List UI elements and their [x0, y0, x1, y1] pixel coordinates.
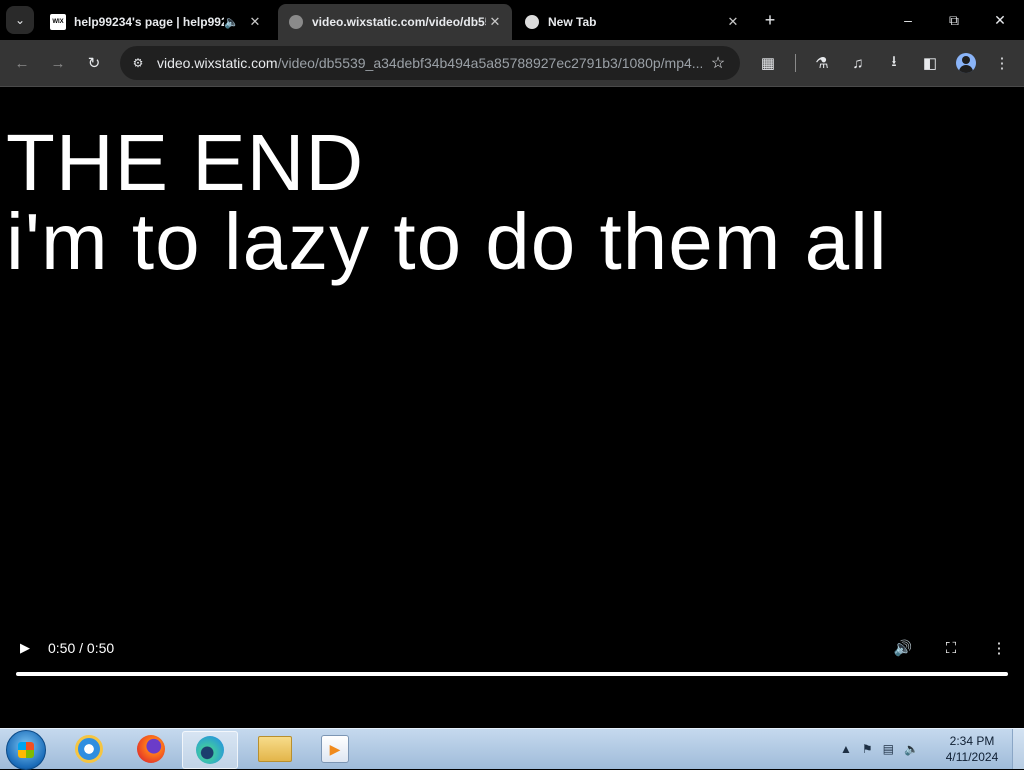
url-host: video.wixstatic.com	[157, 55, 278, 71]
address-bar[interactable]: ⚙ video.wixstatic.com/video/db5539_a34de…	[120, 46, 740, 80]
flask-icon: ⚗	[815, 55, 829, 72]
reload-button[interactable]: ↻	[80, 49, 108, 77]
volume-icon: 🔊	[893, 640, 913, 657]
video-controls: ▶ 0:50 / 0:50 🔊 ⛶ ⋮	[0, 627, 1024, 687]
url-path: /video/db5539_a34debf34b494a5a85788927ec…	[277, 55, 702, 71]
network-icon[interactable]: ▤	[883, 742, 894, 756]
taskbar-browser-active[interactable]	[182, 731, 238, 769]
video-caption-line-2: i'm to lazy to do them all	[6, 197, 888, 286]
download-icon: ⭳	[891, 52, 897, 70]
minimize-icon: –	[904, 12, 912, 28]
minimize-button[interactable]: –	[886, 6, 930, 34]
restore-button[interactable]: ⧉	[932, 6, 976, 34]
video-player[interactable]: THE END i'm to lazy to do them all ▶ 0:5…	[0, 87, 1024, 728]
tab-title: help99234's page | help99234	[74, 15, 224, 29]
forward-button[interactable]: →	[44, 49, 72, 77]
action-center-flag-icon[interactable]: ⚑	[862, 742, 873, 756]
plus-icon: +	[764, 9, 776, 30]
fullscreen-button[interactable]: ⛶	[940, 637, 962, 659]
media-player-icon: ▶	[321, 735, 349, 763]
time-display: 0:50 / 0:50	[48, 640, 115, 656]
side-panel-button[interactable]: ◧	[916, 49, 944, 77]
puzzle-icon: ▦	[760, 55, 776, 72]
arrow-left-icon: ←	[14, 54, 30, 72]
new-tab-button[interactable]: +	[758, 8, 782, 32]
playlist-icon: ♫	[852, 54, 864, 72]
volume-icon[interactable]: 🔈	[904, 742, 919, 756]
bookmark-star-icon[interactable]: ☆	[706, 51, 730, 75]
speaker-icon[interactable]: 🔈	[224, 15, 240, 29]
profile-button[interactable]	[952, 49, 980, 77]
taskbar-clock[interactable]: 2:34 PM 4/11/2024	[930, 733, 1014, 765]
labs-button[interactable]: ⚗	[808, 49, 836, 77]
internet-explorer-icon	[75, 735, 103, 763]
side-panel-icon: ◧	[922, 55, 938, 72]
folder-icon	[258, 736, 292, 762]
downloads-button[interactable]: ⭳	[880, 49, 908, 77]
tab-title: New Tab	[548, 15, 597, 29]
media-control-button[interactable]: ♫	[844, 49, 872, 77]
tab-search-button[interactable]: ⌄	[6, 6, 34, 34]
url-text[interactable]: video.wixstatic.com/video/db5539_a34debf…	[157, 55, 702, 71]
clock-date: 4/11/2024	[945, 750, 999, 764]
clock-time: 2:34 PM	[949, 734, 995, 748]
tab-strip: ⌄ WIX help99234's page | help99234 🔈 ✕ v…	[0, 0, 1024, 40]
back-button[interactable]: ←	[8, 49, 36, 77]
start-button[interactable]	[6, 730, 46, 770]
taskbar: ▶ ▲ ⚑ ▤ 🔈 2:34 PM 4/11/2024	[0, 728, 1024, 770]
show-hidden-icons[interactable]: ▲	[840, 742, 852, 756]
avatar-icon	[956, 53, 976, 73]
globe-icon	[288, 14, 304, 30]
tab-video[interactable]: video.wixstatic.com/video/db5539 ✕	[278, 4, 512, 40]
site-info-icon[interactable]: ⚙	[128, 53, 148, 73]
show-desktop-button[interactable]	[1012, 729, 1024, 769]
seek-bar[interactable]	[16, 672, 1008, 676]
play-icon: ▶	[20, 640, 30, 655]
close-tab-button[interactable]: ✕	[246, 13, 264, 31]
system-tray: ▲ ⚑ ▤ 🔈	[840, 729, 929, 769]
close-window-button[interactable]: ✕	[978, 6, 1022, 34]
video-caption-line-1: THE END	[6, 118, 365, 207]
fullscreen-icon: ⛶	[945, 639, 957, 657]
taskbar-firefox[interactable]	[124, 731, 178, 767]
firefox-icon	[137, 735, 165, 763]
chevron-down-icon: ⌄	[14, 13, 26, 27]
restore-icon: ⧉	[949, 11, 959, 28]
browser-icon	[196, 736, 224, 764]
close-icon: ✕	[994, 11, 1006, 28]
tab-new-tab[interactable]: New Tab ✕	[514, 4, 750, 40]
close-tab-button[interactable]: ✕	[486, 13, 504, 31]
play-button[interactable]: ▶	[14, 637, 36, 659]
wix-icon: WIX	[50, 14, 66, 30]
tab-help99234[interactable]: WIX help99234's page | help99234 🔈 ✕	[40, 4, 272, 40]
new-tab-icon	[524, 14, 540, 30]
more-vertical-icon: ⋮	[991, 640, 1007, 657]
taskbar-internet-explorer[interactable]	[62, 731, 116, 767]
browser-toolbar: ← → ↻ ⚙ video.wixstatic.com/video/db5539…	[0, 40, 1024, 87]
extensions-button[interactable]: ▦	[754, 49, 782, 77]
reload-icon: ↻	[87, 55, 101, 72]
volume-button[interactable]: 🔊	[892, 637, 914, 659]
more-vertical-icon: ⋮	[994, 55, 1010, 72]
taskbar-media-player[interactable]: ▶	[308, 731, 362, 767]
video-options-button[interactable]: ⋮	[988, 637, 1010, 659]
toolbar-divider	[795, 54, 796, 72]
close-tab-button[interactable]: ✕	[724, 13, 742, 31]
taskbar-file-explorer[interactable]	[248, 731, 302, 767]
tab-title: video.wixstatic.com/video/db5539	[312, 15, 486, 29]
arrow-right-icon: →	[50, 54, 66, 72]
menu-button[interactable]: ⋮	[988, 49, 1016, 77]
